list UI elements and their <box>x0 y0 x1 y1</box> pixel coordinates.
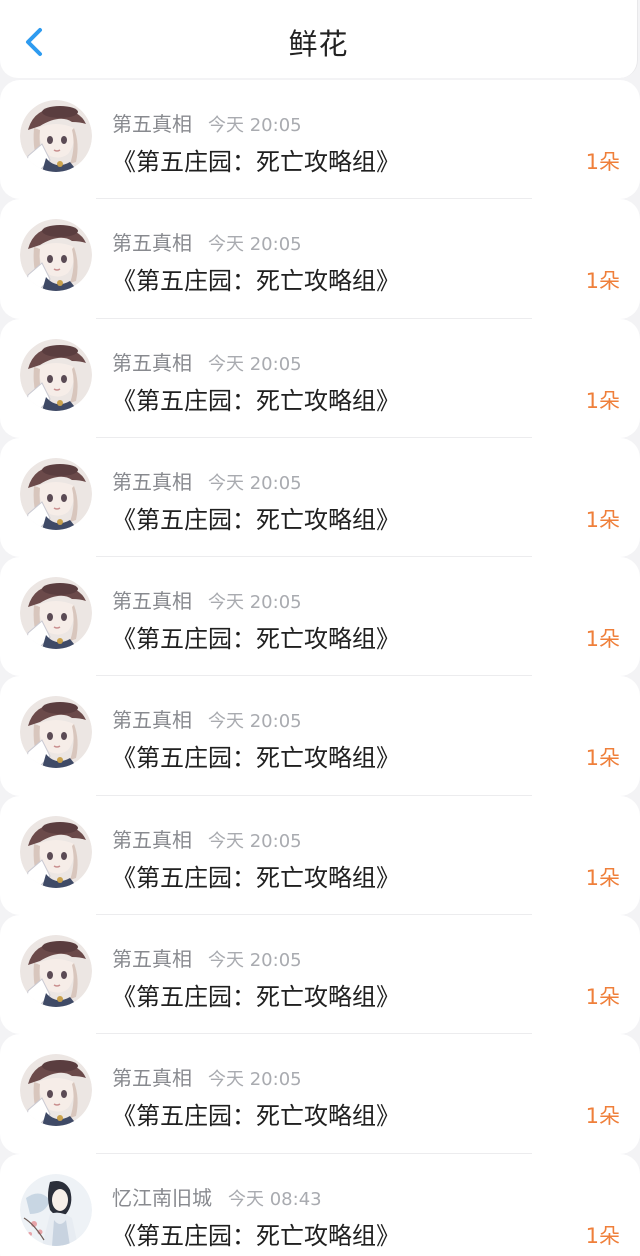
sender-name[interactable]: 第五真相 <box>112 112 192 136</box>
book-title[interactable]: 《第五庄园：死亡攻略组》 <box>112 858 400 893</box>
flower-count: 1朵 <box>585 388 620 413</box>
book-title[interactable]: 《第五庄园：死亡攻略组》 <box>112 381 400 416</box>
gift-meta: 第五真相 今天 20:05 <box>112 585 302 614</box>
flower-gift-row[interactable]: 第五真相 今天 20:05 《第五庄园：死亡攻略组》 1朵 <box>0 1034 640 1154</box>
avatar[interactable] <box>20 577 92 650</box>
flower-gift-row[interactable]: 第五真相 今天 20:05 《第五庄园：死亡攻略组》 1朵 <box>0 80 640 200</box>
book-title[interactable]: 《第五庄园：死亡攻略组》 <box>112 977 400 1012</box>
sender-name[interactable]: 第五真相 <box>112 1066 192 1090</box>
flower-count: 1朵 <box>585 627 620 652</box>
book-title[interactable]: 《第五庄园：死亡攻略组》 <box>112 500 400 535</box>
anime-girl-avatar-icon <box>20 457 92 530</box>
anime-girl-avatar-icon <box>20 338 92 411</box>
avatar[interactable] <box>20 935 92 1008</box>
flower-gift-row[interactable]: 第五真相 今天 20:05 《第五庄园：死亡攻略组》 1朵 <box>0 437 640 558</box>
anime-girl-avatar-icon <box>20 219 92 292</box>
sender-name[interactable]: 第五真相 <box>112 351 192 375</box>
flower-count: 1朵 <box>585 150 620 174</box>
anime-girl-avatar-icon <box>20 100 92 172</box>
gift-time: 今天 20:05 <box>208 472 302 494</box>
flower-count: 1朵 <box>585 865 620 890</box>
flower-count: 1朵 <box>585 269 620 294</box>
avatar[interactable] <box>20 1173 92 1246</box>
avatar[interactable] <box>20 100 92 172</box>
flower-gift-row[interactable]: 第五真相 今天 20:05 《第五庄园：死亡攻略组》 1朵 <box>0 557 640 677</box>
book-title[interactable]: 《第五庄园：死亡攻略组》 <box>112 619 400 654</box>
sender-name[interactable]: 第五真相 <box>112 589 192 613</box>
flower-count: 1朵 <box>585 507 620 532</box>
sender-name[interactable]: 第五真相 <box>112 470 192 494</box>
book-title[interactable]: 《第五庄园：死亡攻略组》 <box>112 142 400 177</box>
gift-meta: 第五真相 今天 20:05 <box>112 466 302 495</box>
anime-girl-avatar-icon <box>20 815 92 888</box>
flower-count: 1朵 <box>585 985 620 1010</box>
gift-time: 今天 20:05 <box>208 711 302 733</box>
page-title: 鲜花 <box>288 27 349 61</box>
anime-girl-avatar-icon <box>20 1054 92 1127</box>
gift-time: 今天 20:05 <box>208 592 302 614</box>
book-title[interactable]: 《第五庄园：死亡攻略组》 <box>112 1096 400 1131</box>
book-title[interactable]: 《第五庄园：死亡攻略组》 <box>112 261 400 296</box>
sender-name[interactable]: 第五真相 <box>112 828 192 852</box>
flower-count: 1朵 <box>585 1104 620 1129</box>
avatar[interactable] <box>20 338 92 411</box>
gift-meta: 第五真相 今天 20:05 <box>112 1062 302 1091</box>
book-title[interactable]: 《第五庄园：死亡攻略组》 <box>112 1216 400 1251</box>
sender-name[interactable]: 忆江南旧城 <box>112 1186 212 1210</box>
anime-girl-avatar-icon <box>20 577 92 650</box>
gift-time: 今天 08:43 <box>228 1188 322 1210</box>
flower-gift-row[interactable]: 第五真相 今天 20:05 《第五庄园：死亡攻略组》 1朵 <box>0 915 640 1035</box>
top-bar: 鲜花 <box>0 0 638 78</box>
avatar[interactable] <box>20 696 92 769</box>
gift-time: 今天 20:05 <box>208 830 302 852</box>
flower-gift-row[interactable]: 第五真相 今天 20:05 《第五庄园：死亡攻略组》 1朵 <box>0 795 640 916</box>
flower-gift-row[interactable]: 第五真相 今天 20:05 《第五庄园：死亡攻略组》 1朵 <box>0 318 640 438</box>
flower-gift-list: 第五真相 今天 20:05 《第五庄园：死亡攻略组》 1朵 第五真相 今天 20:05 《第… <box>0 80 640 1256</box>
flower-count: 1朵 <box>585 746 620 771</box>
sender-name[interactable]: 第五真相 <box>112 231 192 255</box>
book-title[interactable]: 《第五庄园：死亡攻略组》 <box>112 738 400 773</box>
gift-time: 今天 20:05 <box>208 353 302 375</box>
gift-meta: 第五真相 今天 20:05 <box>112 108 302 137</box>
flower-count: 1朵 <box>585 1223 620 1248</box>
avatar[interactable] <box>20 815 92 888</box>
gift-meta: 第五真相 今天 20:05 <box>112 227 302 256</box>
gift-meta: 第五真相 今天 20:05 <box>112 704 302 733</box>
ink-painting-avatar-icon <box>20 1173 92 1246</box>
flower-gift-row[interactable]: 忆江南旧城 今天 08:43 《第五庄园：死亡攻略组》 1朵 <box>0 1153 640 1256</box>
anime-girl-avatar-icon <box>20 935 92 1008</box>
anime-girl-avatar-icon <box>20 696 92 769</box>
gift-meta: 第五真相 今天 20:05 <box>112 824 302 853</box>
gift-time: 今天 20:05 <box>208 234 302 256</box>
gift-time: 今天 20:05 <box>208 115 302 136</box>
sender-name[interactable]: 第五真相 <box>112 708 192 732</box>
gift-time: 今天 20:05 <box>208 950 302 972</box>
flowers-page: 鲜花 第五真相 今天 20:05 《第五庄园：死亡攻略组》 1朵 第五真相 今天 20:0… <box>0 0 640 1256</box>
gift-meta: 忆江南旧城 今天 08:43 <box>112 1182 322 1211</box>
avatar[interactable] <box>20 457 92 530</box>
gift-meta: 第五真相 今天 20:05 <box>112 347 302 376</box>
avatar[interactable] <box>20 219 92 292</box>
gift-meta: 第五真相 今天 20:05 <box>112 943 302 972</box>
flower-gift-row[interactable]: 第五真相 今天 20:05 《第五庄园：死亡攻略组》 1朵 <box>0 676 640 796</box>
flower-gift-row[interactable]: 第五真相 今天 20:05 《第五庄园：死亡攻略组》 1朵 <box>0 199 640 319</box>
gift-time: 今天 20:05 <box>208 1069 302 1091</box>
avatar[interactable] <box>20 1054 92 1127</box>
sender-name[interactable]: 第五真相 <box>112 947 192 971</box>
